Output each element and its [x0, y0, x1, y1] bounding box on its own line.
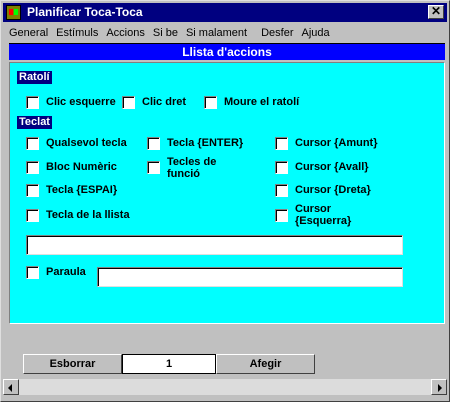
- delete-button[interactable]: Esborrar: [23, 354, 122, 374]
- key-list-field[interactable]: [26, 235, 403, 255]
- checkbox-box[interactable]: [122, 96, 135, 109]
- checkbox-box[interactable]: [26, 161, 39, 174]
- checkbox-box[interactable]: [275, 184, 288, 197]
- checkbox-label: Clic esquerre: [46, 96, 116, 108]
- checkbox-label: Bloc Numèric: [46, 161, 117, 173]
- menu-accions[interactable]: Accions: [106, 27, 145, 39]
- checkbox-label: Paraula: [46, 266, 86, 278]
- section-keyboard-title: Teclat: [17, 116, 52, 129]
- checkbox-label: Cursor {Avall}: [295, 161, 369, 173]
- checkbox-right-click[interactable]: Clic dret: [122, 96, 186, 109]
- checkbox-box[interactable]: [147, 161, 160, 174]
- menu-estimuls[interactable]: Estímuls: [56, 27, 98, 39]
- action-counter: 1: [122, 354, 216, 374]
- menu-si-be[interactable]: Si be: [153, 27, 178, 39]
- close-icon: ✕: [430, 4, 442, 18]
- scroll-right-button[interactable]: [431, 379, 447, 395]
- app-icon[interactable]: [6, 5, 21, 20]
- checkbox-label: Moure el ratolí: [224, 96, 300, 108]
- checkbox-label: Tecla de la llista: [46, 209, 130, 221]
- checkbox-cursor-left[interactable]: Cursor {Esquerra}: [275, 203, 375, 227]
- checkbox-box[interactable]: [26, 209, 39, 222]
- checkbox-box[interactable]: [275, 137, 288, 150]
- checkbox-box[interactable]: [147, 137, 160, 150]
- checkbox-label: Tecla {ESPAI}: [46, 184, 118, 196]
- close-button[interactable]: ✕: [428, 5, 444, 19]
- section-mouse-title: Ratolí: [17, 71, 52, 84]
- add-button[interactable]: Afegir: [216, 354, 315, 374]
- menu-general[interactable]: General: [9, 27, 48, 39]
- title-bar[interactable]: Planificar Toca-Toca ✕: [3, 3, 447, 22]
- window-title: Planificar Toca-Toca: [27, 5, 143, 19]
- checkbox-space-key[interactable]: Tecla {ESPAI}: [26, 184, 117, 197]
- word-input[interactable]: [97, 267, 403, 287]
- checkbox-box[interactable]: [26, 96, 39, 109]
- menu-desfer[interactable]: Desfer: [261, 27, 293, 39]
- checkbox-cursor-up[interactable]: Cursor {Amunt}: [275, 137, 378, 150]
- checkbox-cursor-down[interactable]: Cursor {Avall}: [275, 161, 369, 174]
- checkbox-label: Qualsevol tecla: [46, 137, 127, 149]
- checkbox-mouse-move[interactable]: Moure el ratolí: [204, 96, 299, 109]
- checkbox-function-keys[interactable]: Tecles de funció: [147, 156, 237, 180]
- app-window: Planificar Toca-Toca ✕ General Estímuls …: [0, 0, 450, 402]
- checkbox-left-click[interactable]: Clic esquerre: [26, 96, 116, 109]
- checkbox-word[interactable]: Paraula: [26, 266, 86, 279]
- arrow-left-icon: [8, 384, 12, 392]
- checkbox-cursor-right[interactable]: Cursor {Dreta}: [275, 184, 371, 197]
- menu-bar: General Estímuls Accions Si be Si malame…: [3, 23, 447, 42]
- checkbox-enter-key[interactable]: Tecla {ENTER}: [147, 137, 243, 150]
- checkbox-label: Tecla {ENTER}: [167, 137, 244, 149]
- checkbox-box[interactable]: [26, 266, 39, 279]
- checkbox-box[interactable]: [26, 184, 39, 197]
- panel-header: Llista d'accions: [9, 43, 445, 60]
- checkbox-label: Cursor {Esquerra}: [295, 203, 352, 227]
- actions-panel: Ratolí Clic esquerre Clic dret Moure el …: [9, 62, 445, 324]
- checkbox-label: Cursor {Dreta}: [295, 184, 371, 196]
- scroll-left-button[interactable]: [3, 379, 19, 395]
- checkbox-label: Clic dret: [142, 96, 187, 108]
- menu-si-malament[interactable]: Si malament: [186, 27, 247, 39]
- checkbox-box[interactable]: [26, 137, 39, 150]
- menu-ajuda[interactable]: Ajuda: [301, 27, 329, 39]
- checkbox-label: Tecles de funció: [167, 156, 217, 180]
- arrow-right-icon: [438, 384, 442, 392]
- checkbox-box[interactable]: [204, 96, 217, 109]
- checkbox-label: Cursor {Amunt}: [295, 137, 378, 149]
- horizontal-scrollbar[interactable]: [3, 378, 447, 395]
- checkbox-any-key[interactable]: Qualsevol tecla: [26, 137, 127, 150]
- checkbox-list-key[interactable]: Tecla de la llista: [26, 209, 130, 222]
- checkbox-numpad[interactable]: Bloc Numèric: [26, 161, 117, 174]
- checkbox-box[interactable]: [275, 161, 288, 174]
- checkbox-box[interactable]: [275, 209, 288, 222]
